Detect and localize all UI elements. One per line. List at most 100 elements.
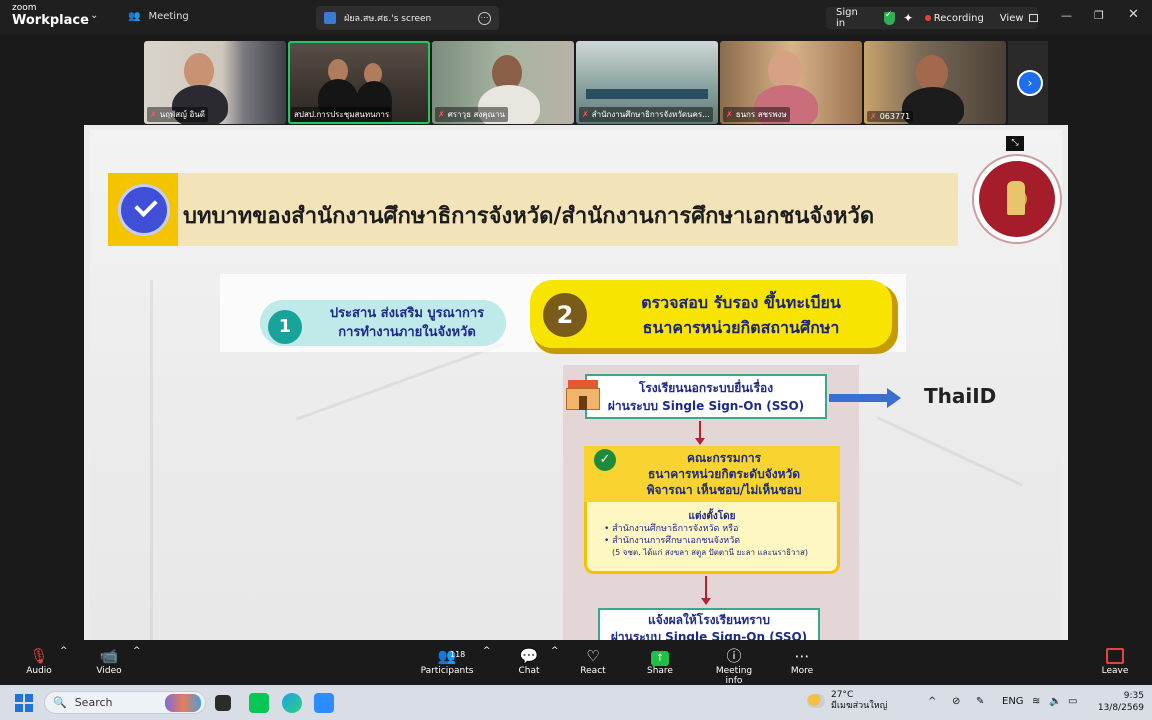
box3-line2: ผ่านระบบ Single Sign-On (SSO) [610, 630, 808, 640]
partly-cloudy-icon [807, 694, 825, 708]
participant-name: ✗ 063771 [867, 111, 914, 122]
wifi-icon[interactable]: ≋ [1032, 696, 1040, 707]
share-label: Share [647, 666, 673, 676]
chat-options-chevron-icon[interactable]: ^ [551, 646, 559, 656]
audio-options-chevron-icon[interactable]: ^ [60, 646, 68, 656]
ai-companion-icon[interactable]: ✦ [903, 11, 913, 25]
recording-dot-icon [925, 15, 931, 21]
minimize-icon[interactable]: — [1061, 9, 1072, 22]
more-options-icon[interactable]: ⋯ [478, 11, 491, 25]
sign-in-button[interactable]: Sign in [826, 7, 878, 29]
step2-line2: ธนาคารหน่วยกิตสถานศึกษา [642, 318, 840, 337]
task-view-icon[interactable] [215, 695, 231, 711]
exit-fullscreen-icon[interactable]: ⤡ [1006, 136, 1024, 151]
video-options-chevron-icon[interactable]: ^ [133, 646, 141, 656]
shield-check-icon[interactable] [883, 10, 896, 25]
chevron-right-icon: › [1027, 76, 1033, 90]
participant-head [916, 55, 948, 91]
system-clock[interactable]: 9:35 13/8/2569 [1092, 690, 1144, 714]
tray-expand-icon[interactable]: ^ [928, 696, 936, 707]
participant-head [768, 51, 802, 89]
weather-text: 27°C มีเมฆส่วนใหญ่ [831, 690, 887, 712]
windows-start-icon[interactable] [15, 694, 33, 712]
video-label: Video [96, 666, 122, 676]
flow-connector [705, 576, 707, 600]
shared-screen[interactable]: ⤡ บทบาทของสำนักงานศึกษาธิการจังหวัด/สำนั… [84, 125, 1068, 640]
meeting-info-button[interactable]: ⓘ Meeting info [706, 646, 762, 686]
box1-line2: ผ่านระบบ Single Sign-On (SSO) [607, 399, 805, 413]
video-tile[interactable]: ✗ นฤพัสญ์ อินดี [144, 41, 286, 124]
taskbar-search[interactable]: 🔍 Search [44, 691, 206, 714]
leave-button[interactable]: Leave [1100, 646, 1130, 676]
flow-step-notify: แจ้งผลให้โรงเรียนทราบ ผ่านระบบ Single Si… [598, 608, 820, 640]
video-button[interactable]: 📹 Video [94, 646, 124, 676]
participant-name: ✗ ธนกร สชรพงษ [723, 107, 790, 122]
participants-label: Participants [420, 666, 474, 676]
step2-number: 2 [543, 293, 587, 337]
arrow-right-icon [829, 394, 889, 402]
mic-muted-icon: ✗ [726, 110, 733, 119]
background-line [876, 416, 1024, 487]
participants-button[interactable]: 👥 118 Participants [420, 646, 474, 676]
language-indicator[interactable]: ENG [1002, 696, 1024, 707]
box3-line1: แจ้งผลให้โรงเรียนทราบ [647, 613, 771, 627]
view-button[interactable]: View [1000, 13, 1024, 24]
chat-label: Chat [518, 666, 540, 676]
share-screen-icon: ↑ [645, 646, 675, 666]
clock-time: 9:35 [1123, 691, 1144, 701]
react-button[interactable]: ♡ React [578, 646, 608, 676]
more-icon: ⋯ [794, 647, 810, 665]
zoom-workplace-logo[interactable]: zoom Workplace [12, 3, 89, 28]
background-line [296, 342, 504, 421]
restore-icon[interactable]: ❐ [1094, 9, 1104, 22]
screen-share-tab[interactable]: ฝ่ยล.สษ.ศธ.'s screen ⋯ [316, 6, 499, 30]
audio-button[interactable]: 🎙 Audio [24, 646, 54, 676]
close-icon[interactable]: ✕ [1128, 7, 1139, 22]
share-button[interactable]: ↑ Share [645, 646, 675, 676]
screen-tab-label: ฝ่ยล.สษ.ศธ.'s screen [344, 14, 432, 24]
volume-icon[interactable]: 🔈 [1049, 696, 1061, 707]
more-button[interactable]: ⋯ More [787, 646, 817, 676]
seal-emblem [979, 161, 1055, 237]
battery-icon[interactable]: ▭ [1068, 696, 1077, 707]
mic-muted-icon: ✗ [870, 112, 877, 121]
video-gallery: ✗ นฤพัสญ์ อินดี สปสป.การประชุมสนทนการ ✗ ศร… [144, 41, 1047, 124]
participant-name: ✗ สำนักงานศึกษาธิการจังหวัดนคร... [579, 107, 713, 122]
react-label: React [580, 666, 606, 676]
grid-view-icon[interactable] [1028, 14, 1039, 22]
zoom-app-icon[interactable] [314, 693, 334, 713]
more-label: More [790, 666, 814, 676]
search-highlight-icon [165, 694, 201, 712]
pen-icon[interactable]: ✎ [976, 696, 984, 707]
gallery-next-button[interactable]: › [1017, 70, 1043, 96]
video-tile-active[interactable]: สปสป.การประชุมสนทนการ [288, 41, 430, 124]
brand-small: zoom [12, 3, 37, 13]
clock-date: 13/8/2569 [1097, 703, 1144, 713]
audio-label: Audio [26, 666, 52, 676]
heart-icon: ♡ [586, 647, 600, 665]
tray-app-icon[interactable]: ⊘ [952, 696, 960, 707]
seal-figure [1007, 181, 1025, 215]
background-line [150, 280, 153, 640]
video-tile[interactable]: ✗ 063771 [864, 41, 1006, 124]
info-icon: ⓘ [726, 647, 742, 665]
recording-label[interactable]: Recording [934, 13, 984, 24]
meeting-tab[interactable]: 👥 Meeting [128, 11, 189, 22]
chat-button[interactable]: 💬 Chat [515, 646, 543, 676]
school-door [579, 396, 587, 410]
edge-browser-icon[interactable] [282, 693, 302, 713]
arrow-down-icon [701, 598, 711, 605]
line-app-icon[interactable] [249, 693, 269, 713]
video-tile[interactable]: ✗ ศราวุธ สงคุณาน [432, 41, 574, 124]
meeting-info-label: Meeting info [715, 666, 753, 686]
list-note: (5 จชต. ได้แก่ สงขลา สตูล ปัตตานี ยะลา แ… [612, 548, 809, 557]
video-tile[interactable]: ✗ สำนักงานศึกษาธิการจังหวัดนคร... [576, 41, 718, 124]
participants-options-chevron-icon[interactable]: ^ [483, 646, 491, 656]
box2-line2: ธนาคารหน่วยกิตระดับจังหวัด [647, 467, 801, 481]
video-tile[interactable]: ✗ ธนกร สชรพงษ [720, 41, 862, 124]
mic-muted-icon: ✗ [582, 110, 589, 119]
chevron-down-icon[interactable]: ⌄ [90, 10, 98, 21]
list-item: สำนักงานศึกษาธิการจังหวัด หรือ [604, 523, 836, 535]
weather-widget[interactable]: 27°C มีเมฆส่วนใหญ่ [807, 690, 887, 712]
mic-muted-icon: 🎙 [29, 647, 49, 665]
